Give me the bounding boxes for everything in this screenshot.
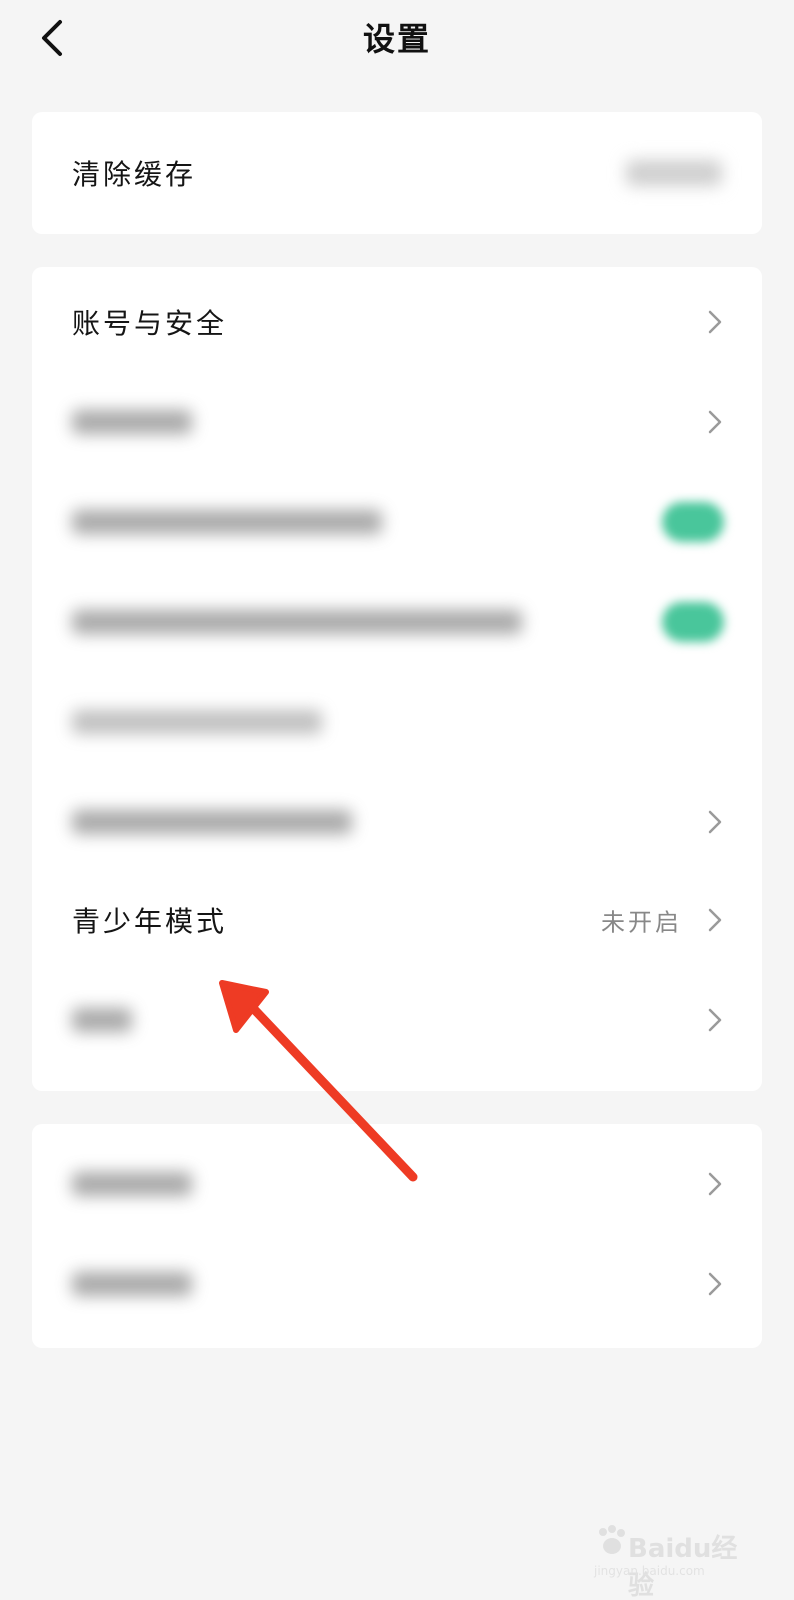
clear-cache-label: 清除缓存 (72, 158, 197, 191)
cache-size-blurred (626, 160, 722, 186)
chevron-right-icon (708, 310, 722, 334)
top-bar: 设置 (0, 0, 794, 80)
chevron-right-icon (708, 1272, 722, 1296)
blurred-label (72, 410, 192, 434)
blurred-label (72, 710, 322, 734)
blurred-label (72, 510, 382, 534)
settings-page: 设置 清除缓存 账号与安全 青少年模式 未开启 Baidu经验 jingyan.… (0, 0, 794, 1600)
blurred-label (72, 610, 522, 634)
account-security-label: 账号与安全 (72, 307, 228, 340)
page-title: 设置 (362, 20, 431, 58)
watermark-logo: Baidu经验 jingyan.baidu.com (594, 1524, 754, 1600)
watermark-url: jingyan.baidu.com (594, 1564, 705, 1578)
other-settings-card (32, 1124, 762, 1348)
clear-cache-row[interactable]: 清除缓存 (32, 123, 762, 223)
main-settings-card: 账号与安全 青少年模式 未开启 (32, 267, 762, 1091)
blurred-row-6[interactable] (32, 970, 762, 1070)
blurred-label (72, 1272, 192, 1296)
chevron-right-icon (708, 908, 722, 932)
chevron-right-icon (708, 810, 722, 834)
toggle-switch-icon[interactable] (662, 602, 724, 642)
youth-mode-row[interactable]: 青少年模式 未开启 (32, 870, 762, 970)
blurred-row-7[interactable] (32, 1134, 762, 1234)
blurred-row-1[interactable] (32, 372, 762, 472)
blurred-row-8[interactable] (32, 1234, 762, 1334)
blurred-label (72, 810, 352, 834)
paw-icon (599, 1525, 625, 1554)
chevron-right-icon (708, 1172, 722, 1196)
blurred-row-2[interactable] (32, 472, 762, 572)
blurred-row-5[interactable] (32, 772, 762, 872)
youth-mode-label: 青少年模式 (72, 905, 228, 938)
toggle-switch-icon[interactable] (662, 502, 724, 542)
blurred-row-4[interactable] (32, 672, 762, 772)
blurred-label (72, 1172, 192, 1196)
account-security-row[interactable]: 账号与安全 (32, 272, 762, 372)
youth-mode-status: 未开启 (601, 908, 682, 937)
blurred-label (72, 1008, 132, 1032)
cache-card: 清除缓存 (32, 112, 762, 234)
chevron-right-icon (708, 410, 722, 434)
chevron-right-icon (708, 1008, 722, 1032)
blurred-row-3[interactable] (32, 572, 762, 672)
